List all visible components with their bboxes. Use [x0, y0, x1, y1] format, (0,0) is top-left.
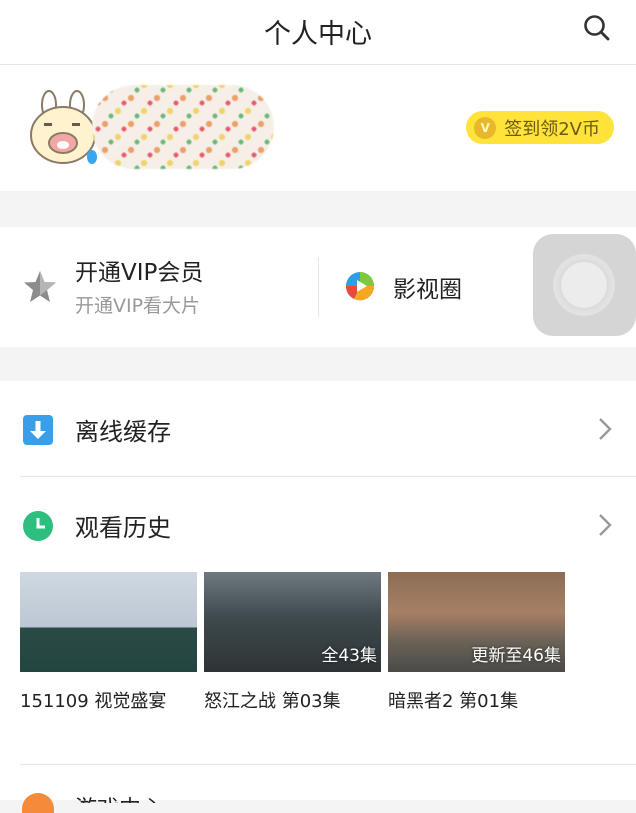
assistive-touch-button[interactable] [533, 234, 636, 336]
chevron-right-icon [599, 514, 612, 536]
menu-label: 离线缓存 [75, 418, 171, 446]
assistive-ring-inner [561, 262, 607, 308]
vip-title[interactable]: 开通VIP会员 [75, 253, 203, 287]
profile-card[interactable]: V 签到领2V币 [0, 65, 636, 191]
game-center-icon [22, 793, 54, 813]
checkin-label: 签到领2V币 [504, 118, 600, 140]
vcoin-icon: V [474, 116, 497, 139]
menu-label: 观看历史 [75, 514, 171, 542]
checkin-button[interactable]: V 签到领2V币 [466, 111, 614, 144]
history-thumbnail[interactable] [20, 572, 197, 672]
episode-badge: 全43集 [321, 646, 377, 666]
history-card[interactable]: 更新至46集 暗黑者2 第01集 [388, 572, 565, 713]
history-card[interactable]: 151109 视觉盛宴 [20, 572, 197, 713]
history-title: 怒江之战 第03集 [204, 691, 341, 712]
menu-item-watch-history[interactable]: 观看历史 [0, 477, 636, 572]
history-thumbnail[interactable]: 更新至46集 [388, 572, 565, 672]
menu-list: 离线缓存 观看历史 151109 视觉盛宴 全43集 怒江之战 第03集 更新至… [0, 381, 636, 813]
vip-subtitle: 开通VIP看大片 [75, 295, 201, 317]
top-bar: 个人中心 [0, 0, 636, 65]
video-circle-icon [345, 272, 375, 301]
history-title: 暗黑者2 第01集 [388, 691, 519, 712]
search-icon[interactable] [582, 13, 612, 43]
history-thumbnail[interactable]: 全43集 [204, 572, 381, 672]
nickname-blurred [92, 85, 274, 169]
game-center-label[interactable]: 游戏中心 [75, 791, 163, 803]
download-icon [23, 415, 53, 445]
section-gap [0, 191, 636, 227]
page-title: 个人中心 [264, 19, 372, 50]
history-title: 151109 视觉盛宴 [20, 691, 167, 712]
divider [20, 764, 636, 765]
menu-item-offline-cache[interactable]: 离线缓存 [0, 381, 636, 476]
chevron-right-icon [599, 418, 612, 440]
star-icon [24, 271, 56, 302]
section-gap [0, 347, 636, 381]
clock-icon [23, 511, 53, 541]
history-card[interactable]: 全43集 怒江之战 第03集 [204, 572, 381, 713]
vip-row: 开通VIP会员 开通VIP看大片 影视圈 [0, 227, 636, 347]
video-circle-label[interactable]: 影视圈 [393, 270, 462, 304]
divider [318, 257, 319, 317]
episode-badge: 更新至46集 [471, 646, 561, 666]
